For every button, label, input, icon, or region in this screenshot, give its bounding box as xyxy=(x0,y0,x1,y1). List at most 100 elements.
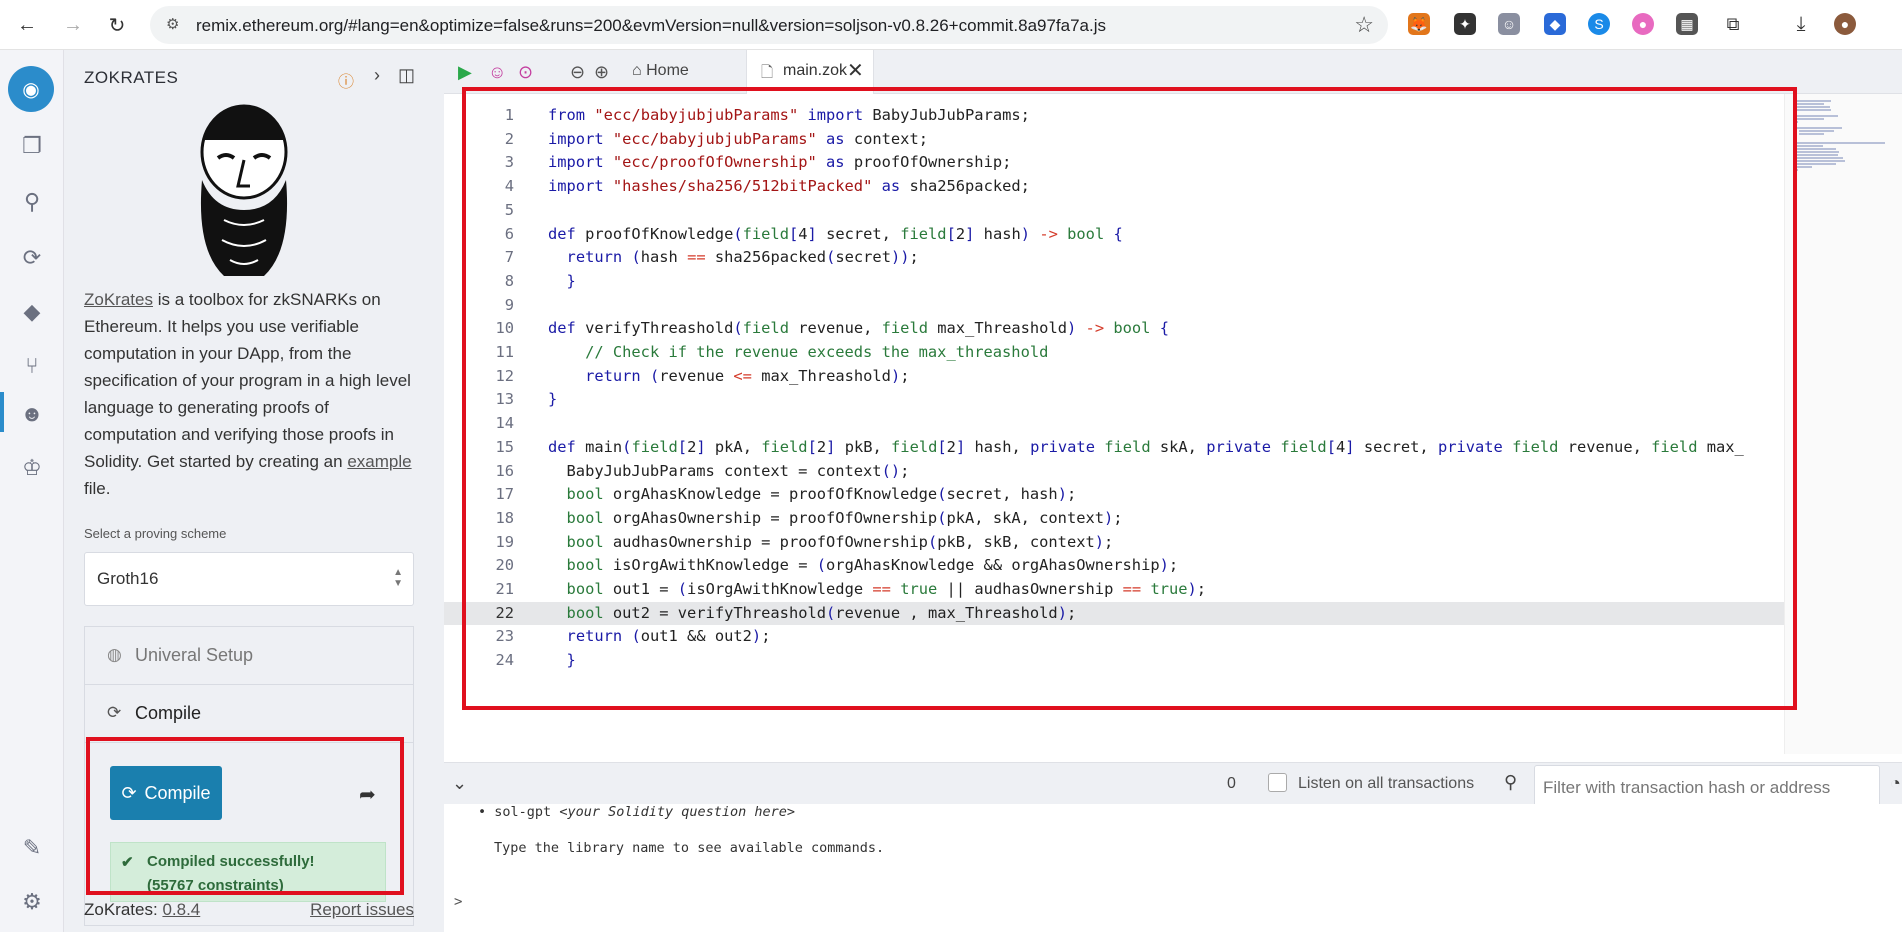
run-play-icon[interactable]: ▶ xyxy=(458,62,472,83)
shazam-extension-icon[interactable]: S xyxy=(1588,13,1610,35)
code-line[interactable]: 17 bool orgAhasKnowledge = proofOfKnowle… xyxy=(444,483,1784,507)
search-icon[interactable]: ⚲ xyxy=(18,188,46,216)
zokrates-link[interactable]: ZoKrates xyxy=(84,290,153,309)
warning-icon[interactable]: ⓘ xyxy=(338,68,354,92)
proving-scheme-select[interactable]: Groth16 ▲ ▼ xyxy=(84,552,414,606)
code-text[interactable]: } xyxy=(548,649,576,673)
compile-row[interactable]: ⟳ Compile xyxy=(85,685,413,743)
listen-checkbox[interactable] xyxy=(1268,773,1287,792)
extension-icon[interactable]: ● xyxy=(1632,13,1654,35)
code-text[interactable]: bool orgAhasKnowledge = proofOfKnowledge… xyxy=(548,483,1077,507)
toggle-panel-icon[interactable]: ◫ xyxy=(398,65,415,86)
terminal-prompt[interactable]: > xyxy=(454,894,462,910)
code-text[interactable]: bool orgAhasOwnership = proofOfOwnership… xyxy=(548,507,1123,531)
plugin-manager-icon[interactable]: ✎ xyxy=(18,834,46,862)
code-line[interactable]: 12 return (revenue <= max_Threashold); xyxy=(444,365,1784,389)
code-text[interactable]: def main(field[2] pkA, field[2] pkB, fie… xyxy=(548,436,1744,460)
code-text[interactable]: from "ecc/babyjubjubParams" import BabyJ… xyxy=(548,104,1030,128)
remix-logo-icon[interactable]: ◉ xyxy=(8,66,54,112)
code-text[interactable]: bool out1 = (isOrgAwithKnowledge == true… xyxy=(548,578,1207,602)
code-text[interactable]: // Check if the revenue exceeds the max_… xyxy=(548,341,1048,365)
code-text[interactable]: import "hashes/sha256/512bitPacked" as s… xyxy=(548,175,1030,199)
code-text[interactable]: import "ecc/babyjubjubParams" as context… xyxy=(548,128,928,152)
code-line[interactable]: 8 } xyxy=(444,270,1784,294)
code-area[interactable]: 1 from "ecc/babyjubjubParams" import Baby… xyxy=(444,94,1784,754)
code-editor[interactable]: 1 from "ecc/babyjubjubParams" import Baby… xyxy=(444,94,1902,762)
forward-icon[interactable]: → xyxy=(60,12,86,38)
code-line[interactable]: 6 def proofOfKnowledge(field[4] secret, f… xyxy=(444,223,1784,247)
code-text[interactable]: def verifyThreashold(field revenue, fiel… xyxy=(548,317,1169,341)
extension-icon[interactable]: ✦ xyxy=(1454,13,1476,35)
code-line[interactable]: 1 from "ecc/babyjubjubParams" import Baby… xyxy=(444,104,1784,128)
editor-minimap[interactable] xyxy=(1784,94,1902,754)
code-line[interactable]: 22 bool out2 = verifyThreashold(revenue … xyxy=(444,601,1784,626)
code-line[interactable]: 16 BabyJubJubParams context = context(); xyxy=(444,460,1784,484)
chef-hat-icon[interactable]: ♔ xyxy=(18,454,46,482)
profile-avatar[interactable]: ● xyxy=(1834,13,1856,35)
close-tab-icon[interactable]: ✕ xyxy=(847,58,864,83)
file-explorer-icon[interactable]: ❐ xyxy=(18,132,46,160)
metamask-extension-icon[interactable]: 🦊 xyxy=(1408,13,1430,35)
solidity-compiler-icon[interactable]: ⟳ xyxy=(18,244,46,272)
bookmark-star-icon[interactable]: ☆ xyxy=(1354,12,1374,38)
code-line[interactable]: 10 def verifyThreashold(field revenue, fi… xyxy=(444,317,1784,341)
tab-home[interactable]: ⌂ Home xyxy=(632,62,689,80)
code-line[interactable]: 5 xyxy=(444,199,1784,223)
download-icon[interactable]: ⤓ xyxy=(1790,13,1812,35)
code-text[interactable]: BabyJubJubParams context = context(); xyxy=(548,460,910,484)
extension-icon[interactable]: ◆ xyxy=(1544,13,1566,35)
terminal-output[interactable]: • sol-gpt <your Solidity question here> … xyxy=(444,804,1902,932)
qr-extension-icon[interactable]: ▦ xyxy=(1676,13,1698,35)
robot-extension-icon[interactable]: ☺ xyxy=(1498,13,1520,35)
terminal-menu-icon[interactable]: ◔ xyxy=(1890,773,1901,794)
code-text[interactable]: return (hash == sha256packed(secret)); xyxy=(548,246,919,270)
ai-robot-icon[interactable]: ☺ xyxy=(488,62,506,83)
code-line[interactable]: 11 // Check if the revenue exceeds the m… xyxy=(444,341,1784,365)
code-text[interactable]: def proofOfKnowledge(field[4] secret, fi… xyxy=(548,223,1123,247)
code-line[interactable]: 23 return (out1 && out2); xyxy=(444,625,1784,649)
zoom-out-icon[interactable]: ⊖ xyxy=(570,62,585,83)
deploy-run-icon[interactable]: ◆ xyxy=(18,298,46,326)
code-text[interactable]: bool isOrgAwithKnowledge = (orgAhasKnowl… xyxy=(548,554,1179,578)
code-text[interactable]: bool audhasOwnership = proofOfOwnership(… xyxy=(548,531,1114,555)
chevron-right-icon[interactable]: › xyxy=(374,65,380,86)
code-line[interactable]: 15 def main(field[2] pkA, field[2] pkB, f… xyxy=(444,436,1784,460)
transaction-filter-input[interactable] xyxy=(1543,768,1873,808)
version-link[interactable]: 0.8.4 xyxy=(162,900,200,919)
code-line[interactable]: 21 bool out1 = (isOrgAwithKnowledge == t… xyxy=(444,578,1784,602)
code-line[interactable]: 4 import "hashes/sha256/512bitPacked" as … xyxy=(444,175,1784,199)
code-line[interactable]: 3 import "ecc/proofOfOwnership" as proofO… xyxy=(444,151,1784,175)
code-line[interactable]: 18 bool orgAhasOwnership = proofOfOwners… xyxy=(444,507,1784,531)
share-icon[interactable]: ➦ xyxy=(359,782,376,807)
report-issues-link[interactable]: Report issues xyxy=(310,900,414,920)
site-info-icon[interactable]: ⚙ xyxy=(166,15,179,33)
code-text[interactable]: } xyxy=(548,270,576,294)
code-line[interactable]: 2 import "ecc/babyjubjubParams" as contex… xyxy=(444,128,1784,152)
git-icon[interactable]: ⑂ xyxy=(18,352,46,380)
code-line[interactable]: 13} xyxy=(444,388,1784,412)
search-icon[interactable]: ⚲ xyxy=(1504,772,1517,793)
back-icon[interactable]: ← xyxy=(14,12,40,38)
code-text[interactable]: return (out1 && out2); xyxy=(548,625,771,649)
code-line[interactable]: 9 xyxy=(444,294,1784,318)
code-text[interactable]: bool out2 = verifyThreashold(revenue , m… xyxy=(548,602,1077,626)
collapse-terminal-icon[interactable]: ⌄ xyxy=(452,773,467,794)
extensions-puzzle-icon[interactable]: ⧉ xyxy=(1722,13,1744,35)
settings-gear-icon[interactable]: ⚙ xyxy=(18,888,46,916)
zoom-in-icon[interactable]: ⊕ xyxy=(594,62,609,83)
compile-button[interactable]: ⟳ Compile xyxy=(110,766,222,820)
code-line[interactable]: 24 } xyxy=(444,649,1784,673)
address-bar[interactable]: ⚙ remix.ethereum.org/#lang=en&optimize=f… xyxy=(150,6,1388,44)
code-text[interactable]: import "ecc/proofOfOwnership" as proofOf… xyxy=(548,151,1011,175)
universal-setup-row[interactable]: ◍ Univeral Setup xyxy=(85,627,413,685)
code-text[interactable]: return (revenue <= max_Threashold); xyxy=(548,365,909,389)
reload-icon[interactable]: ↻ xyxy=(104,12,130,38)
tab-main-zok[interactable]: 🗋 main.zok ✕ xyxy=(746,50,874,94)
code-line[interactable]: 7 return (hash == sha256packed(secret)); xyxy=(444,246,1784,270)
url-text[interactable]: remix.ethereum.org/#lang=en&optimize=fal… xyxy=(196,16,1106,36)
example-link[interactable]: example xyxy=(347,452,411,471)
code-text[interactable]: } xyxy=(548,388,557,412)
ai-toggle-icon[interactable]: ⊙ xyxy=(518,62,533,83)
code-line[interactable]: 14 xyxy=(444,412,1784,436)
code-line[interactable]: 20 bool isOrgAwithKnowledge = (orgAhasKn… xyxy=(444,554,1784,578)
